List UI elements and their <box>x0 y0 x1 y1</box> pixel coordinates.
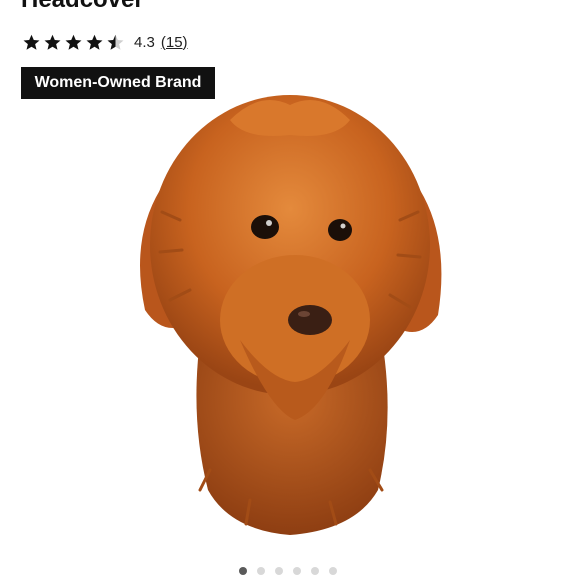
carousel-dot[interactable] <box>257 567 265 575</box>
star-icon <box>23 34 40 50</box>
carousel-dots <box>239 567 337 575</box>
star-icon <box>86 34 103 50</box>
carousel-dot[interactable] <box>311 567 319 575</box>
carousel-dot[interactable] <box>329 567 337 575</box>
star-icon <box>65 34 82 50</box>
star-rating <box>22 33 125 52</box>
star-icon <box>44 34 61 50</box>
carousel-dot[interactable] <box>275 567 283 575</box>
carousel-dot[interactable] <box>239 567 247 575</box>
rating-row: 4.3 (15) <box>22 31 188 53</box>
plush-dog-headcover-image[interactable] <box>120 90 460 540</box>
rating-value: 4.3 <box>134 33 155 51</box>
carousel-dot[interactable] <box>293 567 301 575</box>
product-title: Headcover <box>21 0 144 14</box>
review-count-link[interactable]: (15) <box>161 34 188 51</box>
star-half-icon <box>107 34 124 50</box>
